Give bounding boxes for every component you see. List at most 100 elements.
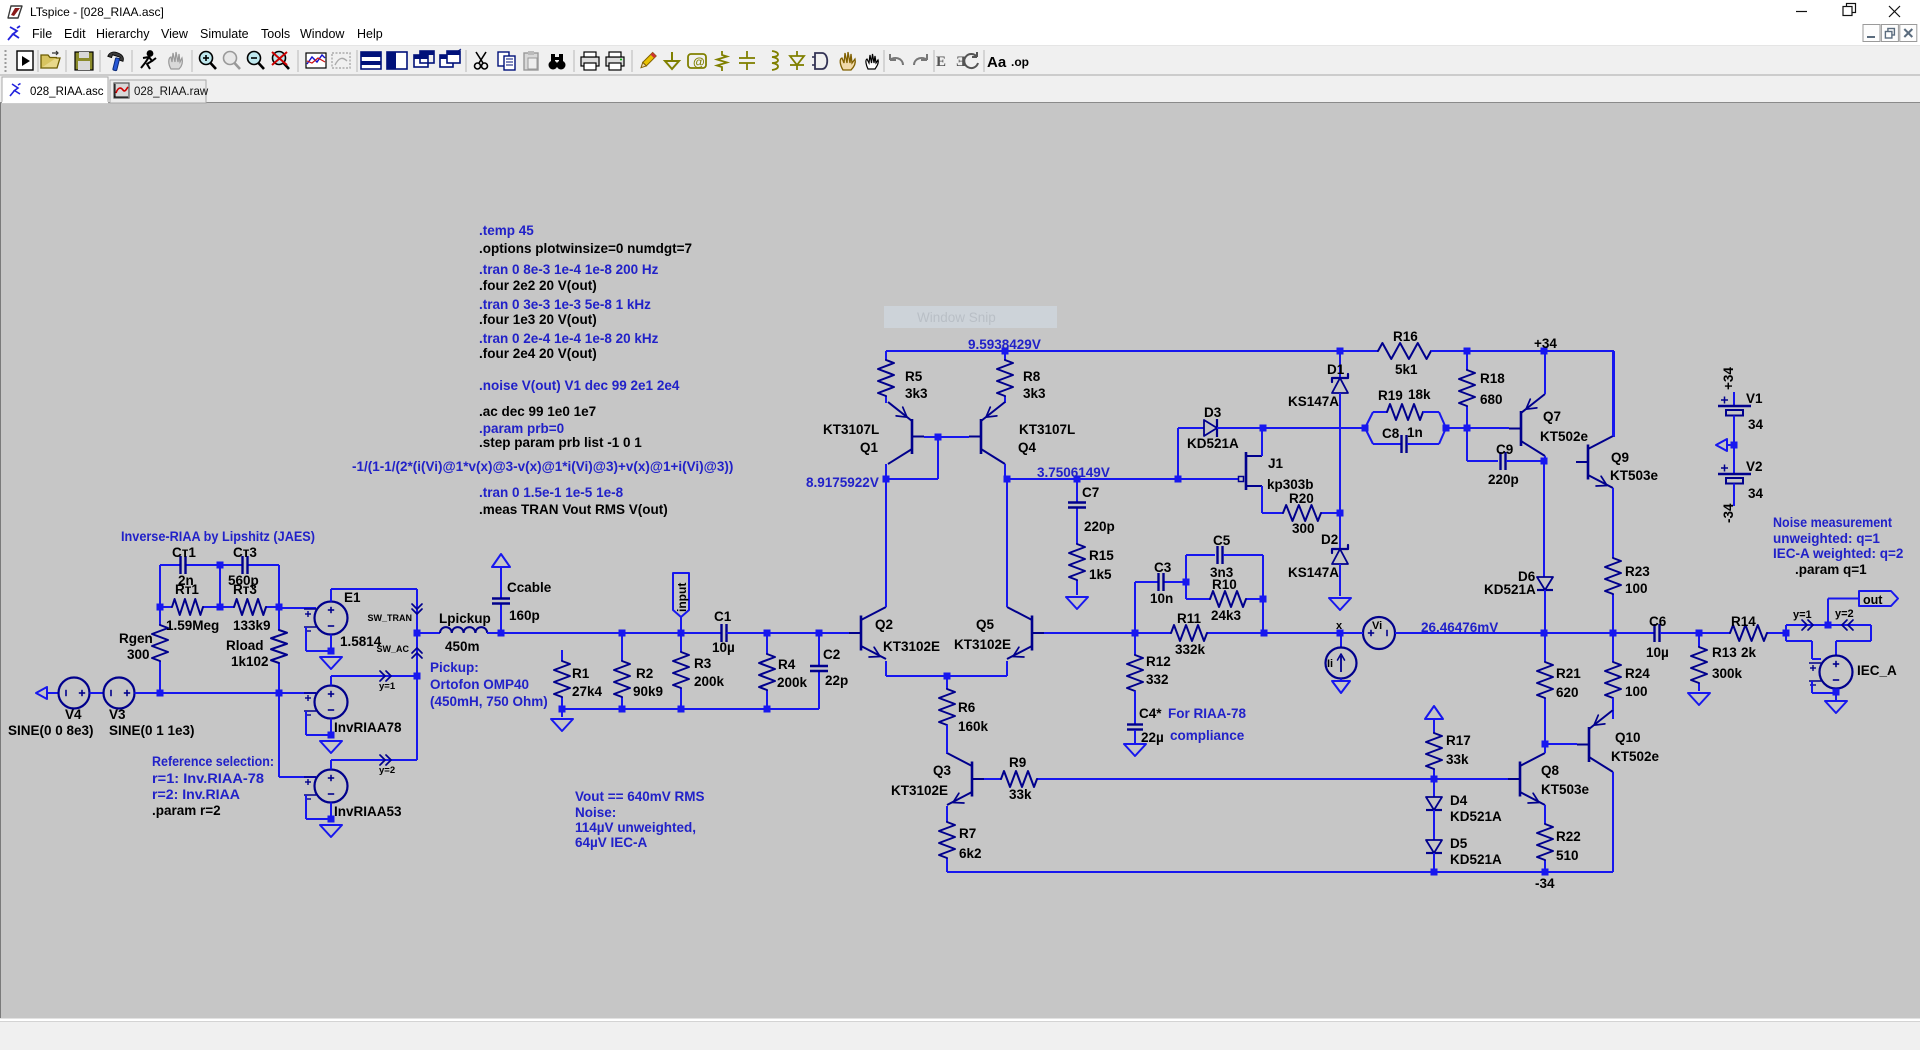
svg-text:@: @ [693, 55, 705, 69]
svg-text:KT502e: KT502e [1540, 429, 1589, 444]
svg-text:.tran 0 3e-3 1e-3 5e-8 1 kHz: .tran 0 3e-3 1e-3 5e-8 1 kHz [479, 297, 651, 312]
svg-text:Q10: Q10 [1615, 730, 1641, 745]
svg-text:1k5: 1k5 [1089, 567, 1112, 582]
svg-text:.meas TRAN Vout RMS V(out): .meas TRAN Vout RMS V(out) [479, 502, 668, 517]
svg-text:Rgen: Rgen [119, 631, 153, 646]
svg-text:V2: V2 [1746, 459, 1763, 474]
svg-text:-34: -34 [1721, 503, 1736, 523]
svg-text:10µ: 10µ [712, 640, 735, 655]
svg-text:Noise:: Noise: [575, 805, 616, 820]
svg-text:KD521A: KD521A [1450, 852, 1502, 867]
svg-text:Reference selection:: Reference selection: [152, 754, 274, 769]
svg-text:.tran 0 1.5e-1 1e-5 1e-8: .tran 0 1.5e-1 1e-5 1e-8 [479, 485, 624, 500]
svg-text:Q2: Q2 [875, 617, 893, 632]
svg-text:R24: R24 [1625, 666, 1650, 681]
svg-text:R22: R22 [1556, 829, 1581, 844]
svg-text:22µ: 22µ [1141, 730, 1164, 745]
svg-text:-34: -34 [1535, 876, 1555, 891]
svg-text:Vi: Vi [1372, 620, 1382, 632]
svg-text:.param prb=0: .param prb=0 [479, 421, 564, 436]
svg-text:C3: C3 [1154, 560, 1172, 575]
svg-text:For RIAA-78: For RIAA-78 [1168, 706, 1246, 721]
svg-text:18k: 18k [1408, 387, 1431, 402]
svg-text:compliance: compliance [1170, 728, 1245, 743]
svg-text:1.59Meg: 1.59Meg [166, 618, 219, 633]
svg-text:V4: V4 [65, 707, 82, 722]
svg-text:+34: +34 [1534, 336, 1557, 351]
svg-text:Window: Window [300, 27, 345, 41]
svg-text:.step param prb list -1 0 1: .step param prb list -1 0 1 [479, 435, 642, 450]
svg-text:Q9: Q9 [1611, 450, 1629, 465]
svg-text:Cт1: Cт1 [172, 545, 196, 560]
svg-text:.four 2e4 20 V(out): .four 2e4 20 V(out) [479, 346, 597, 361]
svg-text:KD521A: KD521A [1187, 436, 1239, 451]
svg-text:y=1: y=1 [379, 681, 396, 692]
svg-text:Rload: Rload [226, 638, 264, 653]
svg-text:IEC_A: IEC_A [1857, 663, 1897, 678]
svg-text:SINE(0 1 1e3): SINE(0 1 1e3) [109, 723, 195, 738]
svg-text:300k: 300k [1712, 666, 1743, 681]
svg-text:3.7506149V: 3.7506149V [1037, 465, 1110, 480]
svg-text:Noise measurement: Noise measurement [1773, 515, 1892, 530]
svg-text:r=2: Inv.RIAA: r=2: Inv.RIAA [152, 787, 240, 802]
svg-text:D3: D3 [1204, 405, 1222, 420]
svg-text:R2: R2 [636, 666, 653, 681]
svg-text:C5: C5 [1213, 533, 1231, 548]
svg-text:R5: R5 [905, 369, 923, 384]
svg-text:1n: 1n [1407, 425, 1423, 440]
svg-text:220p: 220p [1488, 472, 1519, 487]
svg-text:Edit: Edit [64, 27, 86, 41]
svg-text:C2: C2 [823, 647, 840, 662]
svg-text:1k102: 1k102 [231, 654, 269, 669]
svg-text:.param r=2: .param r=2 [152, 803, 221, 818]
svg-text:Cт3: Cт3 [233, 545, 257, 560]
svg-text:Inverse-RIAA by Lipshitz (JAES: Inverse-RIAA by Lipshitz (JAES) [121, 529, 315, 544]
svg-text:J1: J1 [1268, 456, 1284, 471]
svg-text:x: x [1336, 620, 1343, 632]
svg-text:C9: C9 [1496, 442, 1513, 457]
svg-text:Ccable: Ccable [507, 580, 552, 595]
svg-text:332: 332 [1146, 672, 1169, 687]
svg-text:R4: R4 [778, 657, 796, 672]
svg-text:Tools: Tools [261, 27, 290, 41]
svg-text:5k1: 5k1 [1395, 362, 1418, 377]
svg-text:22p: 22p [825, 673, 848, 688]
svg-text:input: input [675, 583, 689, 612]
svg-text:33k: 33k [1446, 752, 1469, 767]
svg-text:Help: Help [357, 27, 383, 41]
svg-text:R6: R6 [958, 700, 976, 715]
svg-text:KT3107L: KT3107L [1019, 422, 1075, 437]
svg-text:8.9175922V: 8.9175922V [806, 475, 879, 490]
svg-text:KT3107L: KT3107L [823, 422, 879, 437]
svg-text:27k4: 27k4 [572, 684, 603, 699]
svg-text:D4: D4 [1450, 793, 1468, 808]
svg-text:KT3102E: KT3102E [891, 783, 948, 798]
svg-text:90k9: 90k9 [633, 684, 663, 699]
svg-text:R12: R12 [1146, 654, 1171, 669]
svg-text:R18: R18 [1480, 371, 1505, 386]
svg-text:620: 620 [1556, 685, 1579, 700]
svg-text:Ii: Ii [1327, 658, 1333, 670]
svg-text:+34: +34 [1721, 367, 1736, 390]
svg-text:100: 100 [1625, 581, 1648, 596]
svg-text:C4*: C4* [1139, 706, 1162, 721]
svg-text:300: 300 [127, 647, 150, 662]
svg-text:R13: R13 [1712, 645, 1737, 660]
svg-text:LTspice - [028_RIAA.asc]: LTspice - [028_RIAA.asc] [30, 5, 164, 19]
svg-text:.ac dec 99 1e0 1e7: .ac dec 99 1e0 1e7 [479, 404, 596, 419]
svg-text:KT502e: KT502e [1611, 749, 1660, 764]
svg-text:R10: R10 [1212, 577, 1237, 592]
svg-text:R21: R21 [1556, 666, 1581, 681]
svg-text:KD521A: KD521A [1450, 809, 1502, 824]
svg-text:D5: D5 [1450, 836, 1468, 851]
svg-text:KT503e: KT503e [1610, 468, 1659, 483]
svg-text:133k9: 133k9 [233, 618, 271, 633]
svg-text:R19: R19 [1378, 388, 1403, 403]
svg-text:33k: 33k [1009, 787, 1032, 802]
svg-text:out: out [1863, 593, 1883, 607]
svg-text:3k3: 3k3 [905, 386, 928, 401]
svg-text:R16: R16 [1393, 329, 1418, 344]
svg-text:200k: 200k [777, 675, 808, 690]
svg-text:r=1: Inv.RIAA-78: r=1: Inv.RIAA-78 [152, 771, 265, 786]
svg-text:KS147A: KS147A [1288, 565, 1339, 580]
